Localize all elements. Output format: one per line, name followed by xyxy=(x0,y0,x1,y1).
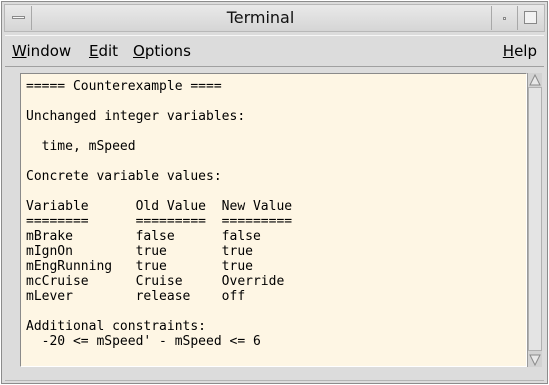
terminal-line: time, mSpeed xyxy=(26,139,136,154)
window-bottom-edge xyxy=(5,380,544,381)
vertical-scrollbar[interactable] xyxy=(527,73,542,367)
maximize-icon[interactable] xyxy=(517,6,543,30)
title-bar[interactable]: Terminal xyxy=(4,4,545,32)
terminal-line: mIgnOn true true xyxy=(26,244,253,259)
menu-window-mnemonic: W xyxy=(12,42,27,60)
menu-options-mnemonic: O xyxy=(133,42,145,60)
menu-options-label: ptions xyxy=(144,42,191,60)
terminal-line: mBrake false false xyxy=(26,229,261,244)
terminal-line: Variable Old Value New Value xyxy=(26,199,293,214)
terminal-line: mEngRunning true true xyxy=(26,259,253,274)
menu-help-mnemonic: H xyxy=(502,42,515,60)
terminal-line: mLever release off xyxy=(26,289,246,304)
scroll-down-arrow-icon[interactable] xyxy=(528,353,542,367)
menu-edit[interactable]: Edit xyxy=(89,42,118,60)
terminal-line: Unchanged integer variables: xyxy=(26,109,246,124)
menu-window[interactable]: Window xyxy=(12,42,71,60)
menu-edit-label: dit xyxy=(98,42,119,60)
terminal-line: ===== Counterexample ==== xyxy=(26,79,222,94)
scroll-up-arrow-icon[interactable] xyxy=(528,73,542,87)
terminal-line: ======== ========= ========= xyxy=(26,214,293,229)
terminal-line: mcCruise Cruise Override xyxy=(26,274,285,289)
terminal-output[interactable]: ===== Counterexample ==== Unchanged inte… xyxy=(21,74,526,366)
menu-help[interactable]: Help xyxy=(503,42,537,60)
menu-window-label: indow xyxy=(26,42,72,60)
window-menu-icon[interactable] xyxy=(6,6,32,30)
menu-options[interactable]: Options xyxy=(133,42,191,60)
terminal-line: -20 <= mSpeed' - mSpeed <= 6 xyxy=(26,334,261,349)
scrollbar-thumb[interactable] xyxy=(528,87,542,351)
window-title: Terminal xyxy=(226,8,295,27)
terminal-line: Concrete variable values: xyxy=(26,169,222,184)
menu-help-label: elp xyxy=(514,42,537,60)
menu-bar: Window Edit Options Help xyxy=(5,35,544,67)
minimize-icon[interactable] xyxy=(491,6,517,30)
terminal-text: ===== Counterexample ==== Unchanged inte… xyxy=(21,74,526,349)
terminal-line: Additional constraints: xyxy=(26,319,207,334)
